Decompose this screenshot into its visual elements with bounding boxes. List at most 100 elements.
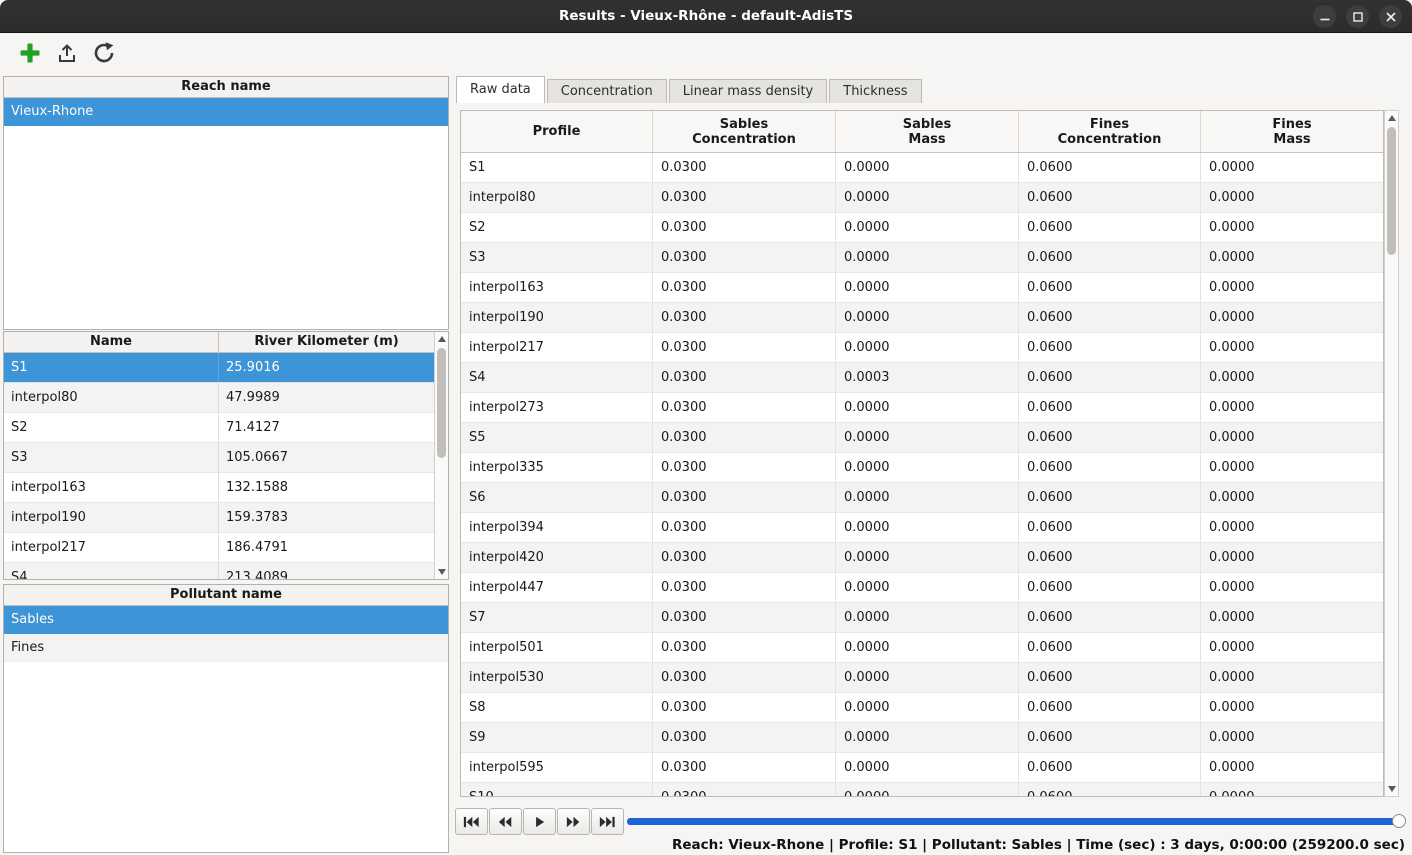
table-row[interactable]: interpol4200.03000.00000.06000.0000 [461,543,1383,573]
results-scrollbar[interactable] [1384,110,1399,797]
profile-name-cell: interpol80 [4,383,219,412]
refresh-icon [92,41,116,65]
value-cell: 0.0000 [1201,543,1383,572]
scroll-down-button[interactable] [1388,786,1396,792]
table-row[interactable]: interpol5300.03000.00000.06000.0000 [461,663,1383,693]
tab-raw-data[interactable]: Raw data [456,76,545,103]
value-cell: 0.0000 [1201,303,1383,332]
table-row[interactable]: interpol1630.03000.00000.06000.0000 [461,273,1383,303]
profile-cell: S7 [461,603,653,632]
profile-cell: interpol501 [461,633,653,662]
results-header-cell: SablesConcentration [653,111,836,152]
value-cell: 0.0000 [1201,723,1383,752]
value-cell: 0.0300 [653,393,836,422]
play-icon [531,816,548,828]
profile-row[interactable]: interpol217186.4791 [4,533,434,563]
profiles-km-header: River Kilometer (m) [219,332,434,352]
scroll-down-button[interactable] [438,569,446,575]
skip-to-start-button[interactable] [455,808,488,835]
table-row[interactable]: interpol2170.03000.00000.06000.0000 [461,333,1383,363]
table-row[interactable]: S10.03000.00000.06000.0000 [461,153,1383,183]
profile-cell: S4 [461,363,653,392]
tab-linear-mass-density[interactable]: Linear mass density [669,79,828,103]
value-cell: 0.0000 [1201,603,1383,632]
table-row[interactable]: S20.03000.00000.06000.0000 [461,213,1383,243]
profiles-panel: Name River Kilometer (m) S125.9016interp… [3,331,449,580]
add-button[interactable] [16,39,44,67]
table-row[interactable]: interpol5950.03000.00000.06000.0000 [461,753,1383,783]
table-row[interactable]: interpol1900.03000.00000.06000.0000 [461,303,1383,333]
refresh-button[interactable] [90,39,118,67]
profile-cell: interpol530 [461,663,653,692]
table-row[interactable]: interpol4470.03000.00000.06000.0000 [461,573,1383,603]
profile-cell: interpol190 [461,303,653,332]
profile-row[interactable]: interpol8047.9989 [4,383,434,413]
fast-forward-button[interactable] [557,808,590,835]
value-cell: 0.0300 [653,693,836,722]
profile-row[interactable]: S125.9016 [4,353,434,383]
scrollbar-thumb[interactable] [437,348,446,458]
profile-row[interactable]: S3105.0667 [4,443,434,473]
profile-row[interactable]: interpol190159.3783 [4,503,434,533]
maximize-icon [1352,11,1364,23]
table-row[interactable]: S60.03000.00000.06000.0000 [461,483,1383,513]
value-cell: 0.0300 [653,573,836,602]
profile-row[interactable]: S271.4127 [4,413,434,443]
value-cell: 0.0300 [653,783,836,797]
play-button[interactable] [523,808,556,835]
value-cell: 0.0300 [653,483,836,512]
pollutant-list-item[interactable]: Fines [4,634,448,662]
header-line: Profile [533,124,581,139]
table-row[interactable]: S50.03000.00000.06000.0000 [461,423,1383,453]
value-cell: 0.0000 [836,243,1019,272]
profile-km-cell: 25.9016 [219,353,434,382]
table-row[interactable]: interpol3350.03000.00000.06000.0000 [461,453,1383,483]
time-slider[interactable] [627,812,1404,830]
table-row[interactable]: S40.03000.00030.06000.0000 [461,363,1383,393]
window-title: Results - Vieux-Rhône - default-AdisTS [559,8,853,24]
value-cell: 0.0300 [653,423,836,452]
profile-km-cell: 159.3783 [219,503,434,532]
profiles-scrollbar[interactable] [434,332,448,579]
close-button[interactable] [1379,5,1402,28]
export-button[interactable] [53,39,81,67]
results-header-cell: FinesMass [1201,111,1383,152]
pollutant-list-item[interactable]: Sables [4,606,448,634]
table-row[interactable]: interpol2730.03000.00000.06000.0000 [461,393,1383,423]
minimize-button[interactable] [1313,5,1336,28]
reach-list-item[interactable]: Vieux-Rhone [4,98,448,126]
value-cell: 0.0600 [1019,213,1201,242]
tab-concentration[interactable]: Concentration [547,79,667,103]
scroll-up-button[interactable] [1388,115,1396,121]
header-line: Sables [903,117,951,132]
profile-km-cell: 105.0667 [219,443,434,472]
maximize-button[interactable] [1346,5,1369,28]
value-cell: 0.0000 [836,273,1019,302]
scrollbar-thumb[interactable] [1387,127,1396,255]
table-row[interactable]: S90.03000.00000.06000.0000 [461,723,1383,753]
table-row[interactable]: S30.03000.00000.06000.0000 [461,243,1383,273]
profile-row[interactable]: interpol163132.1588 [4,473,434,503]
rewind-icon [497,816,514,828]
results-header-cell: SablesMass [836,111,1019,152]
scroll-up-button[interactable] [438,336,446,342]
value-cell: 0.0300 [653,153,836,182]
rewind-button[interactable] [489,808,522,835]
table-row[interactable]: S70.03000.00000.06000.0000 [461,603,1383,633]
profile-cell: S9 [461,723,653,752]
value-cell: 0.0000 [836,153,1019,182]
pollutant-list: SablesFines [4,606,448,662]
value-cell: 0.0000 [836,183,1019,212]
skip-to-end-button[interactable] [591,808,624,835]
table-row[interactable]: interpol3940.03000.00000.06000.0000 [461,513,1383,543]
tab-thickness[interactable]: Thickness [829,79,921,103]
value-cell: 0.0600 [1019,333,1201,362]
table-row[interactable]: S100.03000.00000.06000.0000 [461,783,1383,797]
profile-row[interactable]: S4213.4089 [4,563,434,580]
table-row[interactable]: S80.03000.00000.06000.0000 [461,693,1383,723]
table-row[interactable]: interpol5010.03000.00000.06000.0000 [461,633,1383,663]
table-row[interactable]: interpol800.03000.00000.06000.0000 [461,183,1383,213]
value-cell: 0.0600 [1019,693,1201,722]
value-cell: 0.0000 [1201,573,1383,602]
time-slider-handle[interactable] [1392,814,1406,828]
